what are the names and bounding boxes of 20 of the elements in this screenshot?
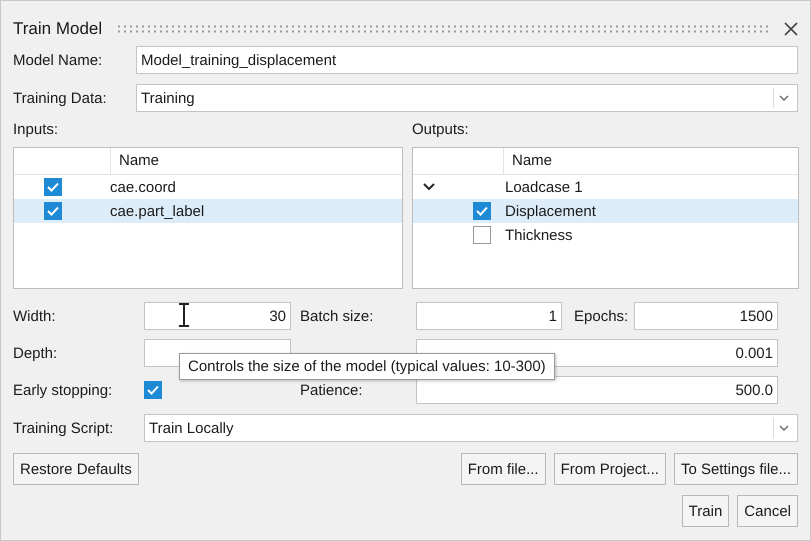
field-label: Batch size: bbox=[299, 308, 374, 324]
field-label: Epochs: bbox=[573, 308, 630, 324]
item-label: cae.part_label bbox=[110, 202, 204, 220]
section-label: Inputs: bbox=[13, 121, 60, 140]
field-label: Depth: bbox=[13, 344, 58, 362]
field-label: Patience: bbox=[299, 382, 364, 398]
section-label: Outputs: bbox=[412, 121, 470, 140]
column-header: Name bbox=[503, 148, 798, 174]
field-label: Training Script: bbox=[13, 420, 114, 436]
item-label: Loadcase 1 bbox=[505, 178, 583, 196]
item-label: Displacement bbox=[505, 202, 596, 220]
field-label: Early stopping: bbox=[13, 382, 114, 398]
window-title: Train Model bbox=[13, 19, 102, 39]
column-header: Name bbox=[110, 148, 402, 174]
field-label: Training Data: bbox=[13, 90, 108, 106]
field-label: Model Name: bbox=[13, 52, 104, 68]
field-label: Width: bbox=[13, 308, 57, 324]
item-label: Thickness bbox=[505, 226, 573, 244]
tooltip: Controls the size of the model (typical values: 10-300) bbox=[179, 353, 555, 380]
item-label: cae.coord bbox=[110, 178, 176, 196]
